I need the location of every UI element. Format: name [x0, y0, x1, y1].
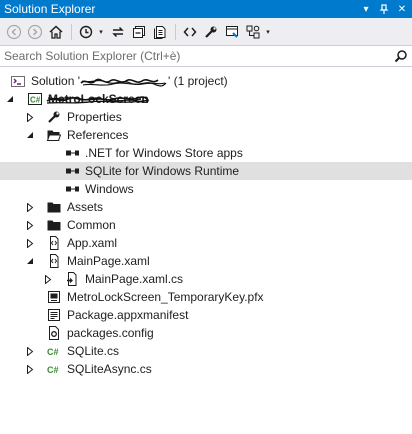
solution-label-prefix: Solution ' [31, 74, 80, 88]
svg-text:C#: C# [30, 96, 41, 105]
tree-row-reference-windows[interactable]: Windows [0, 180, 412, 198]
back-icon[interactable] [4, 22, 24, 42]
tree-item-label: MetroLockScreen_TemporaryKey.pfx [67, 290, 264, 304]
tree-row-mainpage-xaml-cs[interactable]: MainPage.xaml.cs [0, 270, 412, 288]
csharp-project-icon: C# [27, 91, 43, 107]
csharp-file-icon [64, 271, 80, 287]
config-icon [46, 325, 62, 341]
xaml-icon [46, 253, 62, 269]
tree-item-label: SQLiteAsync.cs [67, 362, 152, 376]
tree-row-mainpage-xaml[interactable]: MainPage.xaml [0, 252, 412, 270]
manifest-icon [46, 307, 62, 323]
home-icon[interactable] [46, 22, 66, 42]
history-icon[interactable] [76, 22, 96, 42]
pin-icon[interactable] [376, 1, 392, 17]
reference-icon [64, 163, 80, 179]
tree-row-reference-sqlite[interactable]: SQLite for Windows Runtime [0, 162, 412, 180]
preview-icon[interactable] [222, 22, 242, 42]
project-label: MetroLockScreen [46, 92, 150, 106]
tree-item-label: Properties [67, 110, 122, 124]
expanded-arrow-icon[interactable] [24, 126, 36, 144]
expanded-arrow-icon[interactable] [4, 90, 16, 108]
tree-row-assets[interactable]: Assets [0, 198, 412, 216]
collapsed-arrow-icon[interactable] [24, 216, 36, 234]
tree-item-label: Package.appxmanifest [67, 308, 189, 322]
collapsed-arrow-icon[interactable] [24, 108, 36, 126]
collapsed-arrow-icon[interactable] [24, 234, 36, 252]
tree-item-label: App.xaml [67, 236, 118, 250]
tree-item-label: .NET for Windows Store apps [85, 146, 243, 160]
redacted-solution-name [80, 76, 168, 88]
key-file-icon [46, 289, 62, 305]
search-icon[interactable] [390, 46, 412, 66]
tree-item-label: packages.config [67, 326, 154, 340]
class-view-icon[interactable] [243, 22, 263, 42]
tree-item-label: Assets [67, 200, 104, 214]
class-view-dropdown-icon[interactable]: ▾ [264, 28, 272, 36]
reference-icon [64, 181, 80, 197]
tree-item-label: Common [67, 218, 116, 232]
folder-icon [46, 199, 62, 215]
show-all-files-icon[interactable] [150, 22, 170, 42]
window-title: Solution Explorer [4, 2, 96, 16]
tree-row-solution[interactable]: Solution ' ' (1 project) [0, 72, 412, 90]
solution-label: Solution ' ' (1 project) [31, 74, 228, 88]
csharp-icon: C# [46, 361, 62, 377]
tree-row-sqlite-cs[interactable]: C# SQLite.cs [0, 342, 412, 360]
tree-row-properties[interactable]: Properties [0, 108, 412, 126]
tree-item-label: MainPage.xaml [67, 254, 150, 268]
tree-row-project[interactable]: C# MetroLockScreen [0, 90, 412, 108]
toolbar-separator [175, 23, 176, 40]
tree-item-label: SQLite for Windows Runtime [85, 164, 240, 178]
solution-tree: Solution ' ' (1 project) C# MetroLockScre… [0, 72, 412, 378]
toolbar: ▾ ▾ [0, 18, 412, 45]
solution-icon [10, 73, 26, 89]
tree-row-common[interactable]: Common [0, 216, 412, 234]
forward-icon[interactable] [25, 22, 45, 42]
xaml-icon [46, 235, 62, 251]
tree-item-label: Windows [85, 182, 134, 196]
csharp-icon: C# [46, 343, 62, 359]
tree-row-temporary-key[interactable]: MetroLockScreen_TemporaryKey.pfx [0, 288, 412, 306]
wrench-icon [46, 109, 62, 125]
collapsed-arrow-icon[interactable] [24, 198, 36, 216]
tree-row-package-manifest[interactable]: Package.appxmanifest [0, 306, 412, 324]
tree-item-label: References [67, 128, 129, 142]
collapsed-arrow-icon[interactable] [42, 270, 54, 288]
folder-icon [46, 217, 62, 233]
tree-item-label: SQLite.cs [67, 344, 120, 358]
sync-icon[interactable] [108, 22, 128, 42]
folder-open-icon [46, 127, 62, 143]
collapse-all-icon[interactable] [129, 22, 149, 42]
tree-row-sqliteasync-cs[interactable]: C# SQLiteAsync.cs [0, 360, 412, 378]
svg-text:C#: C# [47, 347, 59, 357]
collapsed-arrow-icon[interactable] [24, 360, 36, 378]
window-menu-icon[interactable]: ▾ [358, 1, 374, 17]
expanded-arrow-icon[interactable] [24, 252, 36, 270]
collapsed-arrow-icon[interactable] [24, 342, 36, 360]
svg-text:C#: C# [47, 365, 59, 375]
properties-icon[interactable] [201, 22, 221, 42]
search-box [0, 45, 412, 67]
title-bar: Solution Explorer ▾ ✕ [0, 0, 412, 18]
reference-icon [64, 145, 80, 161]
tree-item-label: MainPage.xaml.cs [85, 272, 184, 286]
solution-label-suffix: ' (1 project) [168, 74, 228, 88]
tree-row-app-xaml[interactable]: App.xaml [0, 234, 412, 252]
close-icon[interactable]: ✕ [394, 1, 410, 17]
history-dropdown-icon[interactable]: ▾ [97, 28, 105, 36]
tree-row-packages-config[interactable]: packages.config [0, 324, 412, 342]
toolbar-separator [71, 23, 72, 40]
search-input[interactable] [0, 48, 390, 64]
tree-row-references[interactable]: References [0, 126, 412, 144]
tree-row-reference-dotnet[interactable]: .NET for Windows Store apps [0, 144, 412, 162]
view-code-icon[interactable] [180, 22, 200, 42]
